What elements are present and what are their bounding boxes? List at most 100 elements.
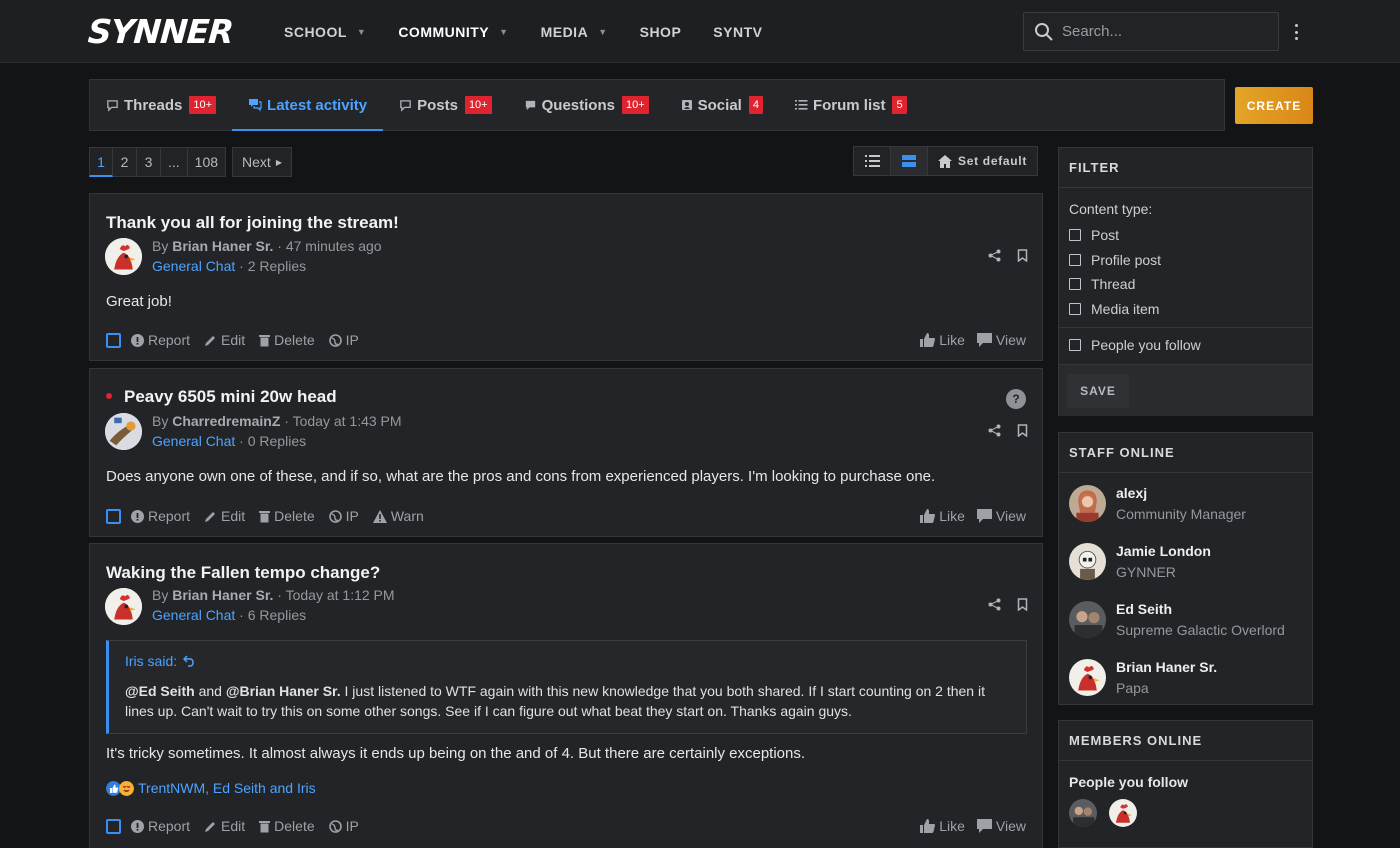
select-checkbox[interactable] — [106, 818, 121, 834]
nav-media[interactable]: MEDIA ▼ — [541, 24, 608, 40]
expanded-view-button[interactable] — [891, 147, 928, 175]
report-button[interactable]: Report — [131, 332, 190, 348]
checkbox[interactable] — [1069, 302, 1081, 315]
ip-button[interactable]: IP — [328, 818, 359, 834]
staff-member[interactable]: Jamie London GYNNER — [1059, 532, 1312, 590]
author-link[interactable]: Brian Haner Sr. — [172, 238, 273, 254]
thread-title[interactable]: Thank you all for joining the stream! — [106, 213, 399, 233]
forum-link[interactable]: General Chat — [152, 433, 235, 449]
select-checkbox[interactable] — [106, 332, 121, 348]
tab-forum-list[interactable]: Forum list 5 — [779, 80, 923, 130]
thread-title[interactable]: Waking the Fallen tempo change? — [106, 563, 380, 583]
checkbox[interactable] — [1069, 278, 1081, 291]
report-button[interactable]: Report — [131, 508, 190, 524]
avatar[interactable] — [1069, 659, 1106, 696]
forum-link[interactable]: General Chat — [152, 258, 235, 274]
tab-questions[interactable]: Questions 10+ — [508, 80, 665, 130]
like-button[interactable]: Like — [920, 332, 965, 348]
checkbox[interactable] — [1069, 339, 1081, 352]
share-icon[interactable] — [988, 598, 1001, 611]
view-button[interactable]: View — [976, 818, 1026, 834]
nav-syntv[interactable]: SYNTV — [713, 24, 762, 40]
staff-member[interactable]: Ed Seith Supreme Galactic Overlord — [1059, 590, 1312, 648]
ip-button[interactable]: IP — [328, 508, 359, 524]
filter-footer: SAVE — [1059, 363, 1312, 416]
delete-button[interactable]: Delete — [259, 818, 315, 834]
like-button[interactable]: Like — [920, 508, 965, 524]
count-badge: 10+ — [464, 96, 492, 114]
view-button[interactable]: View — [976, 332, 1026, 348]
site-logo[interactable]: SYNNER — [87, 12, 235, 51]
search-box[interactable] — [1023, 12, 1279, 51]
filter-option-media-item[interactable]: Media item — [1059, 297, 1312, 322]
ip-button[interactable]: IP — [328, 332, 359, 348]
count-badge: 10+ — [621, 96, 649, 114]
edit-button[interactable]: Edit — [204, 332, 245, 348]
staff-member[interactable]: alexj Community Manager — [1059, 474, 1312, 532]
page-2[interactable]: 2 — [113, 147, 137, 177]
filter-option-profile-post[interactable]: Profile post — [1059, 248, 1312, 273]
bookmark-icon[interactable] — [1017, 598, 1028, 611]
page-108[interactable]: 108 — [187, 147, 227, 177]
avatar[interactable] — [105, 238, 142, 275]
delete-button[interactable]: Delete — [259, 332, 315, 348]
globe-icon — [328, 333, 342, 347]
nav-shop[interactable]: SHOP — [640, 24, 682, 40]
expanded-list-icon — [902, 155, 916, 167]
filter-option-people-you-follow[interactable]: People you follow — [1059, 333, 1312, 358]
mention-link[interactable]: @Brian Haner Sr. — [226, 683, 341, 699]
author-link[interactable]: CharredremainZ — [172, 413, 280, 429]
avatar[interactable] — [1109, 799, 1137, 827]
report-button[interactable]: Report — [131, 818, 190, 834]
filter-option-post[interactable]: Post — [1059, 223, 1312, 248]
filter-option-thread[interactable]: Thread — [1059, 272, 1312, 297]
avatar[interactable] — [1069, 601, 1106, 638]
avatar[interactable] — [1069, 543, 1106, 580]
question-comment-icon — [525, 100, 535, 110]
list-view-button[interactable] — [854, 147, 891, 175]
save-button[interactable]: SAVE — [1067, 373, 1129, 408]
select-checkbox[interactable] — [106, 508, 121, 524]
next-page-button[interactable]: Next ▶ — [232, 147, 292, 177]
checkbox[interactable] — [1069, 253, 1081, 266]
nav-school[interactable]: SCHOOL ▼ — [284, 24, 366, 40]
checkbox[interactable] — [1069, 229, 1081, 242]
thread-title[interactable]: Peavy 6505 mini 20w head — [106, 387, 337, 407]
page-1[interactable]: 1 — [89, 147, 113, 177]
page-ellipsis[interactable]: ... — [161, 147, 188, 177]
chevron-down-icon[interactable]: ▼ — [598, 27, 607, 37]
edit-button[interactable]: Edit — [204, 818, 245, 834]
avatar[interactable] — [1069, 485, 1106, 522]
warn-button[interactable]: Warn — [372, 508, 424, 524]
bookmark-icon[interactable] — [1017, 424, 1028, 437]
nav-community[interactable]: COMMUNITY ▼ — [398, 24, 508, 40]
mention-link[interactable]: @Ed Seith — [125, 683, 195, 699]
author-link[interactable]: Brian Haner Sr. — [172, 587, 273, 603]
avatar[interactable] — [1069, 799, 1097, 827]
avatar[interactable] — [105, 588, 142, 625]
tab-threads[interactable]: Threads 10+ — [90, 80, 232, 130]
bookmark-icon[interactable] — [1017, 249, 1028, 262]
search-input[interactable] — [1062, 23, 1262, 40]
avatar[interactable] — [105, 413, 142, 450]
staff-member[interactable]: Brian Haner Sr. Papa — [1059, 648, 1312, 706]
create-button[interactable]: CREATE — [1235, 87, 1313, 124]
share-icon[interactable] — [988, 424, 1001, 437]
like-button[interactable]: Like — [920, 818, 965, 834]
reactions-link[interactable]: TrentNWM, Ed Seith and Iris — [138, 780, 316, 796]
tab-latest-activity[interactable]: Latest activity — [232, 80, 384, 131]
chevron-down-icon[interactable]: ▼ — [357, 27, 366, 37]
page-3[interactable]: 3 — [137, 147, 161, 177]
share-icon[interactable] — [988, 249, 1001, 262]
set-default-button[interactable]: Set default — [928, 147, 1037, 175]
view-button[interactable]: View — [976, 508, 1026, 524]
alert-circle-icon — [131, 509, 144, 523]
edit-button[interactable]: Edit — [204, 508, 245, 524]
delete-button[interactable]: Delete — [259, 508, 315, 524]
tab-posts[interactable]: Posts 10+ — [383, 80, 508, 130]
forum-link[interactable]: General Chat — [152, 607, 235, 623]
more-menu-icon[interactable] — [1287, 22, 1305, 42]
quote-author-link[interactable]: Iris said: — [125, 653, 1010, 669]
tab-social[interactable]: Social 4 — [665, 80, 779, 130]
chevron-down-icon[interactable]: ▼ — [499, 27, 508, 37]
